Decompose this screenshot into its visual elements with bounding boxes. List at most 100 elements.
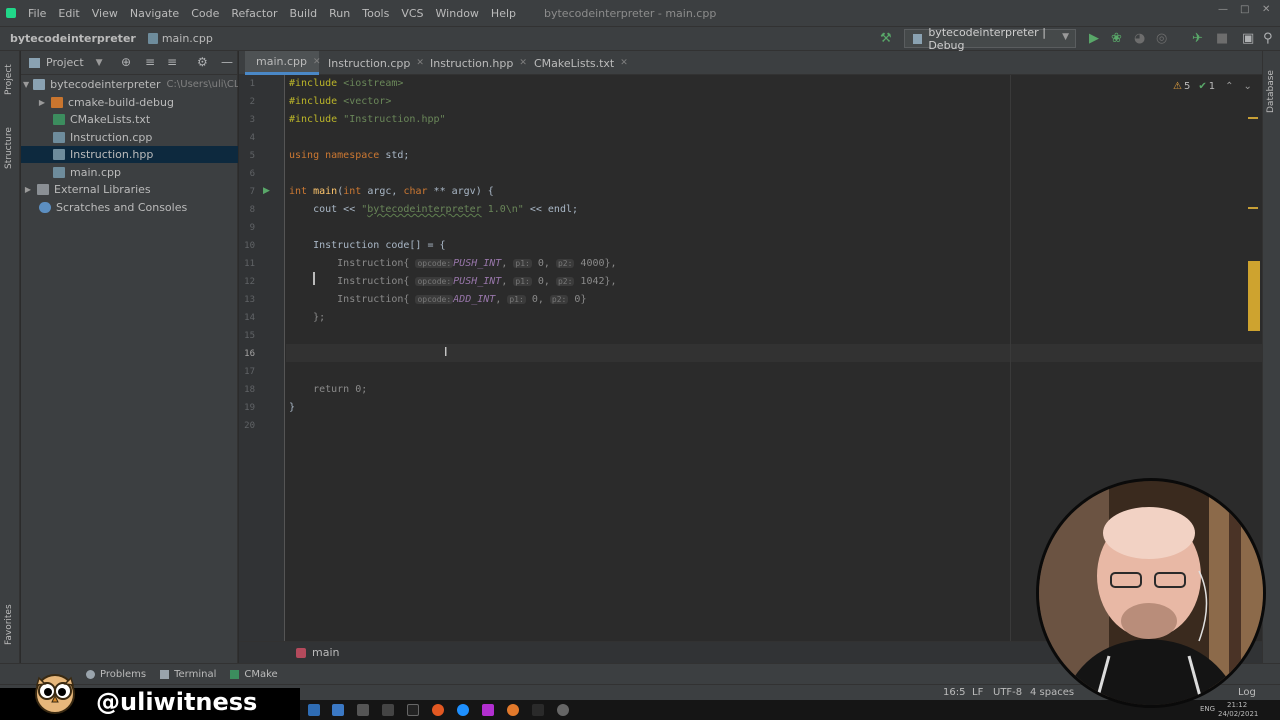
menu-file[interactable]: File <box>22 7 52 20</box>
favorites-tool-button[interactable]: Favorites <box>4 604 14 645</box>
error-stripe-mark[interactable] <box>1248 117 1258 119</box>
expand-all-icon[interactable]: ≡ <box>145 55 155 69</box>
search-icon[interactable]: ⚲ <box>1263 31 1273 46</box>
tree-item-instruction-cpp[interactable]: Instruction.cpp <box>21 129 238 146</box>
explorer-icon[interactable] <box>332 704 344 716</box>
breadcrumb-project[interactable]: bytecodeinterpreter <box>10 32 136 45</box>
clock-date[interactable]: 24/02/2021 <box>1218 710 1258 718</box>
edge-icon[interactable] <box>308 704 320 716</box>
profile-icon[interactable]: ◎ <box>1156 31 1167 46</box>
chevron-down-icon[interactable]: ⌄ <box>1244 81 1252 92</box>
menu-help[interactable]: Help <box>485 7 522 20</box>
tab-label: Instruction.hpp <box>430 56 514 70</box>
warning-count: 5 <box>1183 81 1191 92</box>
tree-item-scratches[interactable]: Scratches and Consoles <box>21 199 238 216</box>
structure-tool-button[interactable]: Structure <box>4 127 14 169</box>
inspection-widget[interactable]: ⚠ 5 ✔ 1 ⌃ ⌄ <box>1173 81 1252 92</box>
chevron-up-icon[interactable]: ⌃ <box>1225 81 1233 92</box>
project-view-select[interactable]: Project <box>46 56 84 69</box>
problems-tool-button[interactable]: Problems <box>86 669 146 680</box>
close-icon[interactable]: ✕ <box>1262 4 1270 15</box>
cmake-tool-button[interactable]: CMake <box>230 669 278 680</box>
editor-breadcrumb[interactable]: main <box>312 646 339 659</box>
line-number: 8 <box>249 205 255 215</box>
keyboard-language[interactable]: ENG <box>1200 705 1215 713</box>
error-stripe-mark[interactable] <box>1248 207 1258 209</box>
debug-icon[interactable]: ❀ <box>1111 31 1122 46</box>
run-with-coverage-icon[interactable]: ◕ <box>1134 31 1145 46</box>
gear-icon[interactable]: ⚙ <box>197 55 208 69</box>
discord-icon[interactable] <box>357 704 369 716</box>
cmake-icon <box>230 669 240 679</box>
chevron-down-icon[interactable]: ▼ <box>23 80 29 89</box>
breadcrumb-file[interactable]: main.cpp <box>147 32 213 45</box>
tree-item-cmake-build-debug[interactable]: ▶ cmake-build-debug <box>21 94 238 111</box>
build-hammer-icon[interactable]: ⚒ <box>880 31 892 46</box>
param-hint: opcode: <box>415 259 454 268</box>
steam-icon[interactable] <box>382 704 394 716</box>
tree-item-external-libraries[interactable]: ▶ External Libraries <box>21 181 238 198</box>
database-tool-button[interactable]: Database <box>1266 70 1276 113</box>
media-icon[interactable] <box>482 704 494 716</box>
run-icon[interactable]: ▶ <box>1089 31 1099 46</box>
chevron-right-icon[interactable]: ▶ <box>37 98 47 107</box>
chevron-right-icon[interactable]: ▶ <box>23 185 33 194</box>
project-panel: Project ▼ ⊕ ≡ ≡ ⚙ — ▼ bytecodeinterprete… <box>21 51 238 663</box>
tree-item-instruction-hpp[interactable]: Instruction.hpp <box>21 146 238 163</box>
tree-item-cmakelists[interactable]: CMakeLists.txt <box>21 111 238 128</box>
function-icon <box>296 647 306 658</box>
tree-root[interactable]: ▼ bytecodeinterpreter C:\Users\uli\CLion… <box>21 76 238 93</box>
firefox-icon[interactable] <box>432 704 444 716</box>
tree-item-label: CMakeLists.txt <box>70 113 151 126</box>
run-gutter-icon[interactable]: ▶ <box>263 186 270 196</box>
menu-navigate[interactable]: Navigate <box>124 7 185 20</box>
event-log-button[interactable]: Log <box>1238 687 1256 698</box>
close-icon[interactable]: ✕ <box>519 58 527 68</box>
close-icon[interactable]: ✕ <box>313 57 321 67</box>
tree-item-main-cpp[interactable]: main.cpp <box>21 164 238 181</box>
tab-cmakelists[interactable]: CMakeLists.txt ✕ <box>529 51 628 75</box>
line-separator[interactable]: LF <box>972 687 983 698</box>
locate-file-icon[interactable]: ⊕ <box>121 55 131 69</box>
menu-tools[interactable]: Tools <box>356 7 395 20</box>
run-configuration-select[interactable]: bytecodeinterpreter | Debug ▼ <box>904 26 1076 52</box>
ok-count: 1 <box>1208 81 1216 92</box>
line-number: 18 <box>244 385 255 395</box>
close-icon[interactable]: ✕ <box>416 58 424 68</box>
clock-time[interactable]: 21:12 <box>1227 701 1247 709</box>
menu-vcs[interactable]: VCS <box>395 7 429 20</box>
scrollbar-thumb[interactable] <box>1248 261 1260 331</box>
obs-icon[interactable] <box>407 704 419 716</box>
menu-build[interactable]: Build <box>284 7 324 20</box>
layout-icon[interactable]: ▣ <box>1242 31 1254 46</box>
hide-panel-icon[interactable]: — <box>221 55 233 69</box>
stop-icon[interactable]: ■ <box>1216 31 1228 46</box>
browser-icon[interactable] <box>457 704 469 716</box>
terminal-tool-button[interactable]: Terminal <box>160 669 216 680</box>
app-icon[interactable] <box>507 704 519 716</box>
file-encoding[interactable]: UTF-8 <box>993 687 1022 698</box>
menu-window[interactable]: Window <box>430 7 485 20</box>
project-tool-button[interactable]: Project <box>4 64 14 95</box>
tab-main-cpp[interactable]: main.cpp ✕ <box>245 51 321 75</box>
close-icon[interactable]: ✕ <box>620 58 628 68</box>
menu-code[interactable]: Code <box>185 7 225 20</box>
clion-taskbar-icon[interactable] <box>532 704 544 716</box>
attach-icon[interactable]: ✈ <box>1192 31 1203 46</box>
tab-instruction-cpp[interactable]: Instruction.cpp ✕ <box>323 51 424 75</box>
menu-refactor[interactable]: Refactor <box>225 7 283 20</box>
caret-position[interactable]: 16:5 <box>943 687 965 698</box>
settings-icon[interactable] <box>557 704 569 716</box>
collapse-all-icon[interactable]: ≡ <box>167 55 177 69</box>
chevron-down-icon[interactable]: ▼ <box>96 58 103 68</box>
indent-setting[interactable]: 4 spaces <box>1030 687 1074 698</box>
param-hint: p1: <box>507 295 526 304</box>
code-line-7: int main(int argc, char ** argv) { <box>289 186 494 197</box>
menu-run[interactable]: Run <box>323 7 356 20</box>
minimize-icon[interactable]: — <box>1218 4 1228 15</box>
tab-instruction-hpp[interactable]: Instruction.hpp ✕ <box>425 51 527 75</box>
menu-edit[interactable]: Edit <box>52 7 85 20</box>
maximize-icon[interactable]: □ <box>1240 4 1249 15</box>
line-number: 4 <box>249 133 255 143</box>
menu-view[interactable]: View <box>86 7 124 20</box>
